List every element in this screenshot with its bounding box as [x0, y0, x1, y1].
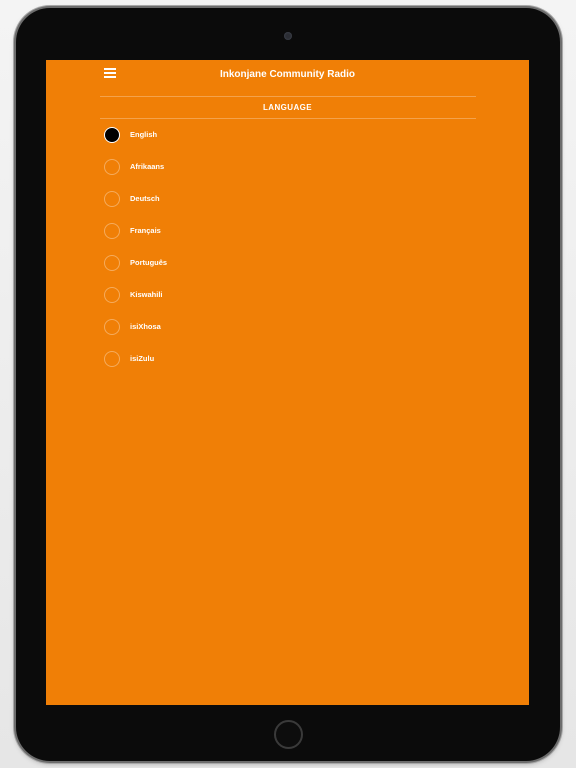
home-button[interactable] — [274, 720, 303, 749]
app-title: Inkonjane Community Radio — [219, 69, 355, 80]
language-list: English Afrikaans Deutsch Français Portu… — [104, 126, 404, 382]
front-camera — [284, 32, 292, 40]
language-label: isiXhosa — [130, 322, 161, 331]
radio-button-selected[interactable] — [104, 127, 120, 143]
language-label: English — [130, 130, 158, 139]
language-label: isiZulu — [130, 354, 155, 363]
language-option-deutsch[interactable]: Deutsch — [104, 190, 404, 222]
radio-button[interactable] — [104, 287, 120, 303]
language-label: Français — [130, 226, 161, 235]
language-option-portugues[interactable]: Português — [104, 254, 404, 286]
language-option-francais[interactable]: Français — [104, 222, 404, 254]
radio-button[interactable] — [104, 191, 120, 207]
radio-button[interactable] — [104, 319, 120, 335]
header-divider — [100, 96, 476, 97]
radio-button[interactable] — [104, 159, 120, 175]
language-label: Kiswahili — [130, 290, 163, 299]
language-option-isizulu[interactable]: isiZulu — [104, 350, 404, 382]
section-divider — [100, 118, 476, 119]
radio-button[interactable] — [104, 351, 120, 367]
language-label: Deutsch — [130, 194, 160, 203]
language-label: Português — [130, 258, 168, 267]
radio-button[interactable] — [104, 223, 120, 239]
language-option-afrikaans[interactable]: Afrikaans — [104, 158, 404, 190]
section-title: LANGUAGE — [263, 103, 312, 112]
tablet-frame: Inkonjane Community Radio LANGUAGE Engli… — [16, 8, 560, 761]
language-option-english[interactable]: English — [104, 126, 404, 158]
language-label: Afrikaans — [130, 162, 165, 171]
radio-button[interactable] — [104, 255, 120, 271]
app-header: Inkonjane Community Radio — [46, 60, 529, 88]
app-screen: Inkonjane Community Radio LANGUAGE Engli… — [46, 60, 529, 705]
language-option-kiswahili[interactable]: Kiswahili — [104, 286, 404, 318]
language-option-isixhosa[interactable]: isiXhosa — [104, 318, 404, 350]
